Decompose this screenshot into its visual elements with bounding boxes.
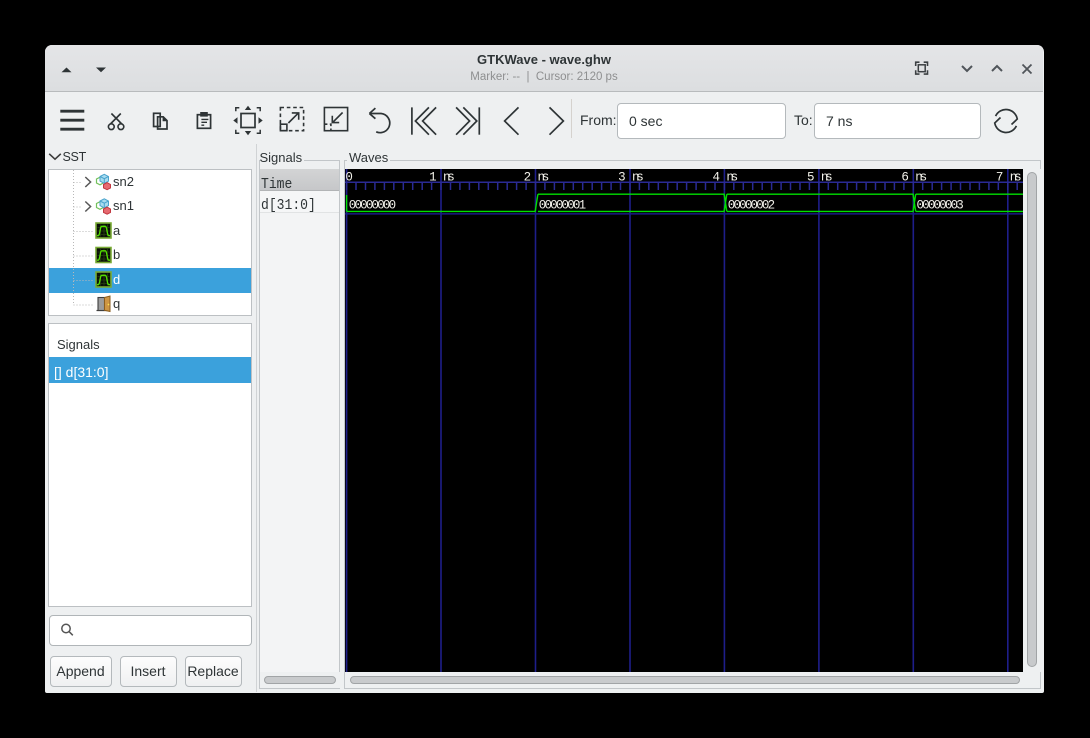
svg-text:3: 3 xyxy=(618,171,626,185)
svg-text:5: 5 xyxy=(807,171,815,185)
svg-text:ns: ns xyxy=(538,171,550,185)
svg-text:ns: ns xyxy=(915,171,927,185)
svg-text:0: 0 xyxy=(345,171,353,185)
svg-text:ns: ns xyxy=(726,171,738,185)
svg-text:00000000: 00000000 xyxy=(349,198,396,212)
svg-text:ns: ns xyxy=(1010,171,1022,185)
svg-text:2: 2 xyxy=(524,171,532,185)
svg-text:6: 6 xyxy=(901,171,909,185)
svg-text:ns: ns xyxy=(632,171,644,185)
svg-text:ns: ns xyxy=(821,171,833,185)
svg-text:00000002: 00000002 xyxy=(728,198,775,212)
svg-text:00000001: 00000001 xyxy=(539,198,586,212)
svg-text:1: 1 xyxy=(429,171,437,185)
svg-text:ns: ns xyxy=(443,171,455,185)
svg-text:7: 7 xyxy=(996,171,1004,185)
svg-text:4: 4 xyxy=(713,171,721,185)
svg-text:00000003: 00000003 xyxy=(917,198,964,212)
